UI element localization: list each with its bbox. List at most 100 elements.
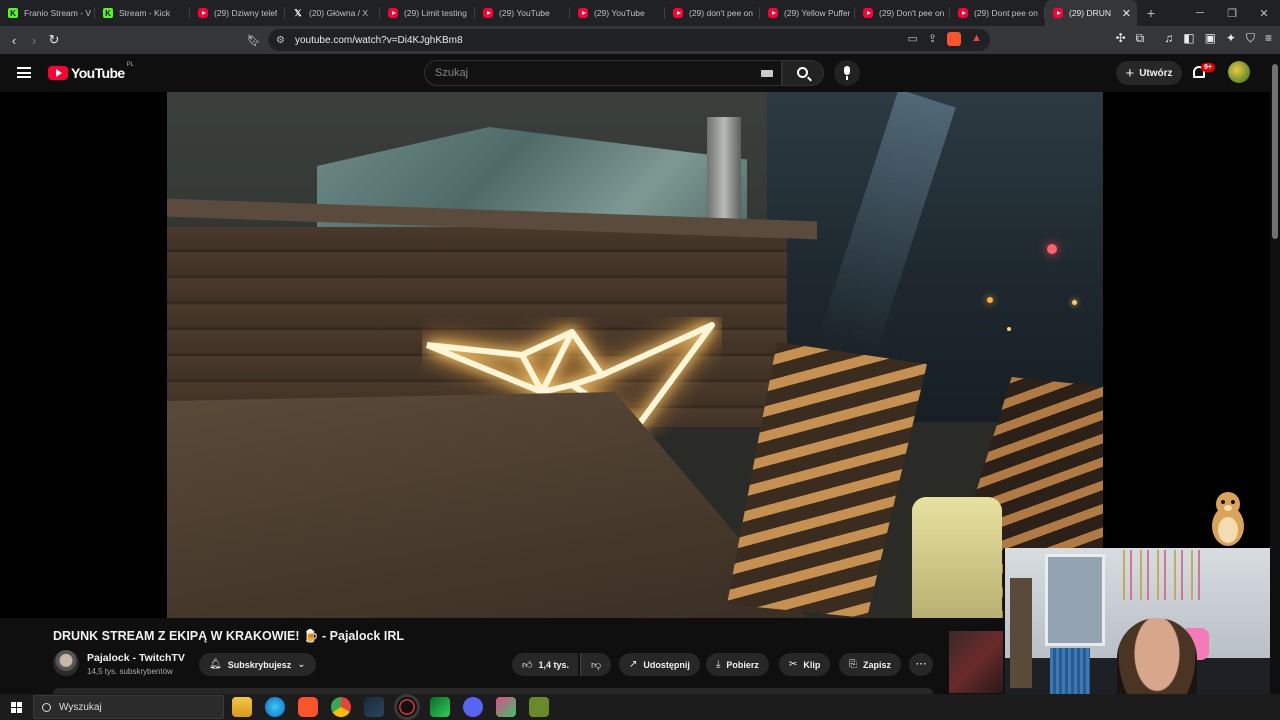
windows-start-icon[interactable] [11, 702, 22, 713]
youtube-icon [198, 8, 208, 18]
brave-icon[interactable] [298, 697, 318, 717]
download-button[interactable]: ⤓ Pobierz [706, 653, 769, 676]
screenshot-icon[interactable]: ⧉ [1136, 31, 1145, 46]
window-controls: ─ ❐ ✕ [1184, 0, 1280, 26]
bookmark-icon[interactable]: 🔖︎ [244, 34, 264, 47]
share-button[interactable]: ↗ Udostępnij [619, 653, 700, 676]
youtube-icon [388, 8, 398, 18]
browser-tab[interactable]: (29) Yellow Puffer [760, 0, 855, 26]
notification-badge: 9+ [1201, 63, 1215, 72]
channel-avatar[interactable] [53, 650, 79, 676]
scrollbar-thumb[interactable] [1272, 64, 1278, 239]
youtube-icon [673, 8, 683, 18]
close-tab-icon[interactable]: ✕ [1122, 7, 1131, 20]
browser-tab[interactable]: (29) YouTube [475, 0, 570, 26]
webcam-shelf [1010, 578, 1032, 688]
music-icon[interactable]: ♫ [1164, 31, 1173, 46]
video-frame-city-light [1072, 300, 1077, 305]
taskbar-search-input[interactable]: Wyszukaj [33, 695, 224, 719]
media-player-icon[interactable] [430, 697, 450, 717]
page-scrollbar[interactable] [1270, 54, 1280, 694]
file-explorer-icon[interactable] [232, 697, 252, 717]
obs-icon[interactable] [397, 697, 417, 717]
edge-icon[interactable] [265, 697, 285, 717]
youtube-icon [768, 8, 778, 18]
taskbar-apps [232, 697, 549, 717]
account-avatar[interactable] [1228, 61, 1250, 83]
url-text: youtube.com/watch?v=Di4KJghKBm8 [294, 34, 463, 46]
new-tab-icon[interactable]: + [1137, 5, 1165, 21]
steam-icon[interactable] [364, 697, 384, 717]
browser-tab-active[interactable]: (29) DRUN ✕ [1045, 0, 1137, 26]
youtube-icon [1053, 8, 1063, 18]
search-button[interactable] [782, 60, 824, 86]
wallet-icon[interactable]: ▣ [1205, 31, 1216, 46]
browser-tab[interactable]: (29) don't pee on [665, 0, 760, 26]
subscriber-count: 14,5 tys. subskrybentów [87, 667, 173, 676]
brave-shields-icon[interactable] [947, 32, 962, 46]
maximize-icon[interactable]: ❐ [1216, 7, 1248, 20]
voice-search-button[interactable] [834, 60, 860, 86]
youtube-icon [958, 8, 968, 18]
thumbs-down-icon: 👎︎ [591, 659, 602, 671]
browser-tab[interactable]: (29) Dziwny telef [190, 0, 285, 26]
video-frame-city-light [1047, 244, 1057, 254]
webcam-window [1045, 554, 1105, 646]
app-icon[interactable] [496, 697, 516, 717]
thumbs-up-icon: 👍︎ [522, 659, 533, 671]
channel-name[interactable]: Pajalock - TwitchTV [87, 652, 185, 664]
share-page-icon[interactable]: ⇪ [928, 32, 937, 46]
browser-tab[interactable]: (29) Don't pee on [855, 0, 950, 26]
video-player[interactable] [167, 92, 1103, 618]
clip-button[interactable]: ✂ Klip [779, 653, 831, 676]
save-bookmark-icon: ⎘ [849, 659, 857, 670]
youtube-icon [863, 8, 873, 18]
discord-icon[interactable] [463, 697, 483, 717]
forward-icon[interactable]: › [24, 33, 44, 48]
scissors-icon: ✂ [789, 659, 798, 670]
menu-hamburger-icon[interactable] [17, 67, 31, 78]
search-input[interactable]: Szukaj [424, 60, 782, 86]
youtube-logo[interactable]: YouTube PL [48, 62, 134, 81]
browser-tab[interactable]: K Stream - Kick [95, 0, 190, 26]
brave-rewards-icon[interactable]: ▲ [971, 32, 982, 46]
more-actions-icon[interactable]: ⋯ [909, 653, 933, 676]
save-button[interactable]: ⎘ Zapisz [839, 653, 902, 676]
search-icon [42, 702, 51, 712]
site-info-icon[interactable]: ⚙ [276, 35, 285, 46]
browser-tab[interactable]: K Franio Stream - V [0, 0, 95, 26]
leo-ai-icon[interactable]: ✦ [1226, 31, 1236, 46]
browser-tab[interactable]: 𝕏 (20) Główna / X [285, 0, 380, 26]
browser-tab[interactable]: (29) Dont pee on [950, 0, 1045, 26]
close-window-icon[interactable]: ✕ [1248, 7, 1280, 20]
cast-icon[interactable]: ▭ [907, 32, 917, 46]
browser-toolbar: ‹ › ↻ 🔖︎ ⚙ youtube.com/watch?v=Di4KJghKB… [0, 26, 1280, 54]
video-frame-city-light [1007, 327, 1011, 331]
youtube-play-icon [48, 66, 68, 80]
share-icon: ↗ [629, 659, 638, 670]
browser-tab[interactable]: (29) Limit testing [380, 0, 475, 26]
search-icon [797, 67, 808, 78]
plus-icon: + [1125, 64, 1135, 82]
menu-icon[interactable]: ≡ [1265, 31, 1272, 46]
browser-tab[interactable]: (29) YouTube [570, 0, 665, 26]
like-button[interactable]: 👍︎ 1,4 tys. [512, 653, 578, 676]
video-frame-cushion [912, 497, 1002, 618]
x-icon: 𝕏 [294, 7, 302, 18]
minimize-icon[interactable]: ─ [1184, 7, 1216, 19]
create-button[interactable]: + Utwórz [1116, 61, 1182, 85]
address-bar[interactable]: ⚙ youtube.com/watch?v=Di4KJghKBm8 ▭ ⇪ ▲ [268, 29, 990, 51]
chrome-icon[interactable] [331, 697, 351, 717]
back-icon[interactable]: ‹ [4, 33, 24, 48]
subscribe-button[interactable]: 🔔︎ Subskrybujesz ⌄ [199, 653, 316, 676]
keyboard-icon[interactable] [761, 70, 773, 77]
extensions-icon[interactable]: ✣ [1116, 31, 1126, 46]
dislike-button[interactable]: 👎︎ [580, 653, 612, 676]
vpn-icon[interactable]: ⛉ [1246, 31, 1255, 46]
chevron-down-icon: ⌄ [297, 659, 306, 670]
sidebar-icon[interactable]: ◧ [1183, 31, 1194, 46]
game-icon[interactable] [529, 697, 549, 717]
download-icon: ⤓ [716, 659, 721, 670]
recommended-video-thumbnail[interactable] [949, 631, 1003, 693]
reload-icon[interactable]: ↻ [44, 32, 64, 48]
